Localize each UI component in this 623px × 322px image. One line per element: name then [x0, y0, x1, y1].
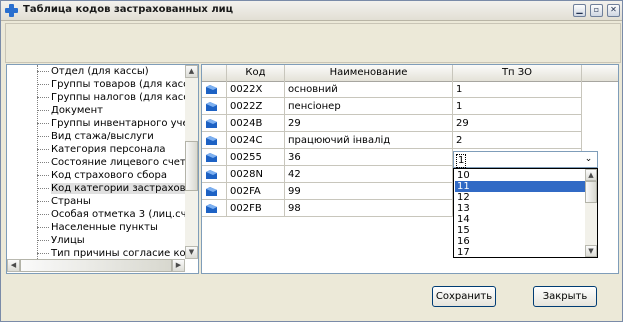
scroll-up-button[interactable]: ▲	[185, 65, 198, 78]
title-bar[interactable]: Таблица кодов застрахованных лиц ▁ ▫ ✕	[1, 1, 622, 21]
dropdown-option[interactable]: 16	[455, 236, 585, 247]
table-row[interactable]: 0022X основний 1	[202, 81, 582, 98]
maximize-icon: ▫	[593, 5, 600, 14]
dropdown-option[interactable]: 10	[455, 170, 585, 181]
tree-item[interactable]: Документ	[7, 104, 103, 117]
cell-code[interactable]: 0024C	[227, 132, 285, 149]
table-row[interactable]: 0024B 29 29	[202, 115, 582, 132]
dropdown-option[interactable]: 12	[455, 192, 585, 203]
tree-item[interactable]: Код страхового сбора	[7, 169, 167, 182]
tree-panel: Отдел (для кассы) Группы товаров (для ка…	[6, 64, 199, 274]
record-icon	[206, 136, 217, 145]
cell-code[interactable]: 00255	[227, 149, 285, 166]
record-icon	[206, 170, 217, 179]
dropdown-option[interactable]: 13	[455, 203, 585, 214]
table-row[interactable]: 0022Z пенсіонер 1	[202, 98, 582, 115]
app-plus-icon	[5, 4, 18, 17]
scroll-thumb[interactable]	[185, 141, 198, 191]
toolbar-area	[5, 23, 621, 63]
cell-tp[interactable]: 1	[453, 81, 582, 98]
grid-header: Код Наименование Тп ЗО	[202, 65, 618, 82]
window-title: Таблица кодов застрахованных лиц	[23, 4, 234, 15]
cell-name[interactable]: працюючий інвалід	[285, 132, 453, 149]
scroll-up-button[interactable]: ▲	[585, 169, 597, 181]
dropdown-option-selected[interactable]: 11	[455, 181, 585, 192]
scroll-left-button[interactable]: ◀	[7, 259, 20, 272]
tree-item[interactable]: Группы налогов (для кассы)	[7, 91, 198, 104]
scroll-thumb[interactable]	[20, 259, 172, 272]
scroll-thumb[interactable]	[585, 181, 597, 203]
record-icon	[206, 119, 217, 128]
cell-name[interactable]: 42	[285, 166, 453, 183]
row-indicator-header	[202, 65, 227, 81]
record-icon	[206, 204, 217, 213]
save-button[interactable]: Сохранить	[432, 286, 496, 307]
cell-code[interactable]: 0022X	[227, 81, 285, 98]
scroll-down-button[interactable]: ▼	[585, 245, 597, 257]
dropdown-option[interactable]: 17	[455, 247, 585, 257]
cell-name[interactable]: основний	[285, 81, 453, 98]
tp-combo-box[interactable]: 1 ⌄	[453, 151, 598, 168]
combo-value: 1	[456, 154, 467, 168]
scroll-down-button[interactable]: ▼	[185, 246, 198, 259]
tree-item[interactable]: Группы инвентарного учета (бу	[7, 117, 198, 130]
minimize-icon: ▁	[576, 5, 583, 14]
tree-item[interactable]: Вид стажа/выслуги	[7, 130, 154, 143]
cell-tp[interactable]: 29	[453, 115, 582, 132]
cell-code[interactable]: 002FB	[227, 200, 285, 217]
cell-code[interactable]: 0022Z	[227, 98, 285, 115]
record-icon	[206, 102, 217, 111]
minimize-button[interactable]: ▁	[573, 4, 586, 17]
table-row[interactable]: 0024C працюючий інвалід 2	[202, 132, 582, 149]
close-window-button[interactable]: ✕	[607, 4, 620, 17]
cell-tp[interactable]: 2	[453, 132, 582, 149]
cell-code[interactable]: 002FA	[227, 183, 285, 200]
close-button[interactable]: Закрыть	[533, 286, 597, 307]
record-icon	[206, 85, 217, 94]
column-header-name[interactable]: Наименование	[285, 65, 453, 81]
maximize-button[interactable]: ▫	[590, 4, 603, 17]
cell-name[interactable]: 98	[285, 200, 453, 217]
scroll-right-button[interactable]: ▶	[172, 259, 185, 272]
tree-item[interactable]: Населенные пункты	[7, 221, 158, 234]
column-header-code[interactable]: Код	[227, 65, 285, 81]
cell-name[interactable]: 29	[285, 115, 453, 132]
cell-name[interactable]: пенсіонер	[285, 98, 453, 115]
tree-item[interactable]: Особая отметка 3 (лиц.счет)	[7, 208, 198, 221]
chevron-down-icon[interactable]: ⌄	[582, 153, 595, 166]
cell-code[interactable]: 0024B	[227, 115, 285, 132]
tree-item[interactable]: Состояние лицевого счета	[7, 156, 192, 169]
tree-item[interactable]: Отдел (для кассы)	[7, 65, 149, 78]
cell-name[interactable]: 36	[285, 149, 453, 166]
tree-item-selected[interactable]: Код категории застрахованного	[7, 182, 198, 195]
cell-name[interactable]: 99	[285, 183, 453, 200]
close-icon: ✕	[610, 5, 617, 14]
record-icon	[206, 187, 217, 196]
column-header-tp[interactable]: Тп ЗО	[453, 65, 582, 81]
dropdown-scrollbar[interactable]: ▲ ▼	[585, 169, 597, 257]
main-window: Таблица кодов застрахованных лиц ▁ ▫ ✕ О…	[0, 0, 623, 322]
tree-item[interactable]: Группы товаров (для кассы)	[7, 78, 198, 91]
cell-tp[interactable]: 1	[453, 98, 582, 115]
tree-horizontal-scrollbar[interactable]: ◀ ▶	[7, 259, 185, 272]
tree-vertical-scrollbar[interactable]: ▲ ▼	[185, 65, 198, 259]
tree-item[interactable]: Страны	[7, 195, 91, 208]
combo-dropdown-list[interactable]: 10 11 12 13 14 15 16 17 ▲ ▼	[453, 168, 598, 258]
record-icon	[206, 153, 217, 162]
dropdown-option[interactable]: 14	[455, 214, 585, 225]
dropdown-option[interactable]: 15	[455, 225, 585, 236]
tree-item[interactable]: Категория персонала	[7, 143, 165, 156]
tree-item[interactable]: Улицы	[7, 234, 85, 247]
data-grid: Код Наименование Тп ЗО 0022X основний 1 …	[201, 64, 619, 274]
cell-code[interactable]: 0028N	[227, 166, 285, 183]
